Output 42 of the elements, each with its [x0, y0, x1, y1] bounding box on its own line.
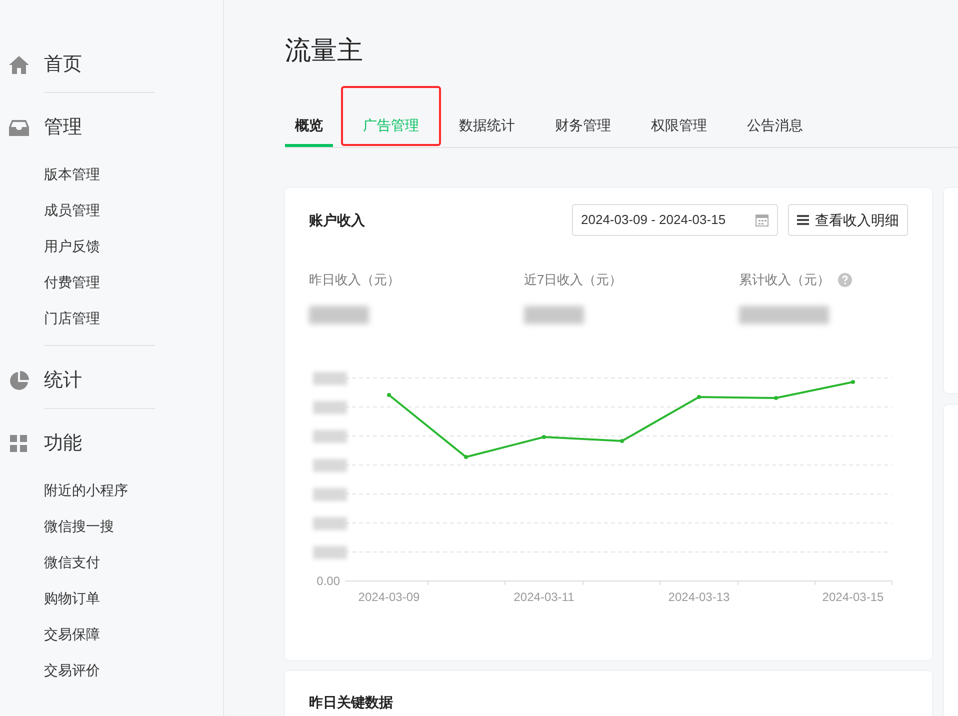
sidebar-item[interactable]: 成员管理	[44, 199, 155, 221]
stat-label: 近7日收入（元）	[524, 271, 622, 289]
axis-label: 2024-03-15	[822, 590, 884, 604]
sidebar-item[interactable]: 交易评价	[44, 659, 155, 681]
tab[interactable]: 公告消息	[737, 106, 813, 147]
tab[interactable]: 财务管理	[545, 106, 621, 147]
sidebar-item[interactable]: 微信搜一搜	[44, 515, 155, 537]
axis-label: 2024-03-11	[514, 590, 574, 604]
menu-icon	[797, 215, 809, 225]
sidebar-section[interactable]: 管理	[44, 114, 82, 142]
axis-label: 2024-03-09	[358, 590, 420, 604]
card-title: 昨日关键数据	[309, 694, 393, 710]
sidebar-section[interactable]: 首页	[44, 50, 82, 80]
stat-label: 累计收入（元）	[739, 271, 830, 289]
blurred-value	[309, 306, 369, 324]
sidebar-item[interactable]: 购物订单	[44, 587, 155, 609]
pie-chart-icon	[9, 371, 29, 391]
grid-icon	[10, 435, 28, 453]
sidebar-item[interactable]: 微信支付	[44, 551, 155, 573]
sidebar-item[interactable]: 门店管理	[44, 307, 155, 329]
blurred-value	[524, 306, 584, 324]
tab[interactable]: 权限管理	[641, 106, 717, 147]
date-range-field[interactable]: 2024-03-09 - 2024-03-15	[572, 204, 778, 236]
sidebar-item[interactable]: 附近的小程序	[44, 479, 155, 501]
stat-label: 昨日收入（元）	[309, 271, 400, 289]
sidebar-section[interactable]: 统计	[44, 366, 82, 396]
sidebar-item[interactable]: 版本管理	[44, 163, 155, 185]
help-icon[interactable]	[838, 272, 852, 287]
page-title: 流量主	[285, 34, 364, 67]
sidebar-item[interactable]: 用户反馈	[44, 235, 155, 257]
home-icon	[8, 55, 30, 75]
sidebar-item[interactable]: 交易保障	[44, 623, 155, 645]
card-title: 账户收入	[309, 210, 365, 230]
axis-label: 0.00	[316, 574, 340, 588]
calendar-icon	[755, 213, 769, 227]
tab[interactable]: 概览	[285, 106, 333, 147]
sidebar-section[interactable]: 功能	[44, 430, 82, 458]
inbox-icon	[9, 119, 29, 137]
sidebar-item[interactable]: 付费管理	[44, 271, 155, 293]
income-detail-button[interactable]: 查看收入明细	[788, 204, 908, 236]
tab[interactable]: 数据统计	[449, 106, 525, 147]
axis-label: 2024-03-13	[668, 590, 730, 604]
